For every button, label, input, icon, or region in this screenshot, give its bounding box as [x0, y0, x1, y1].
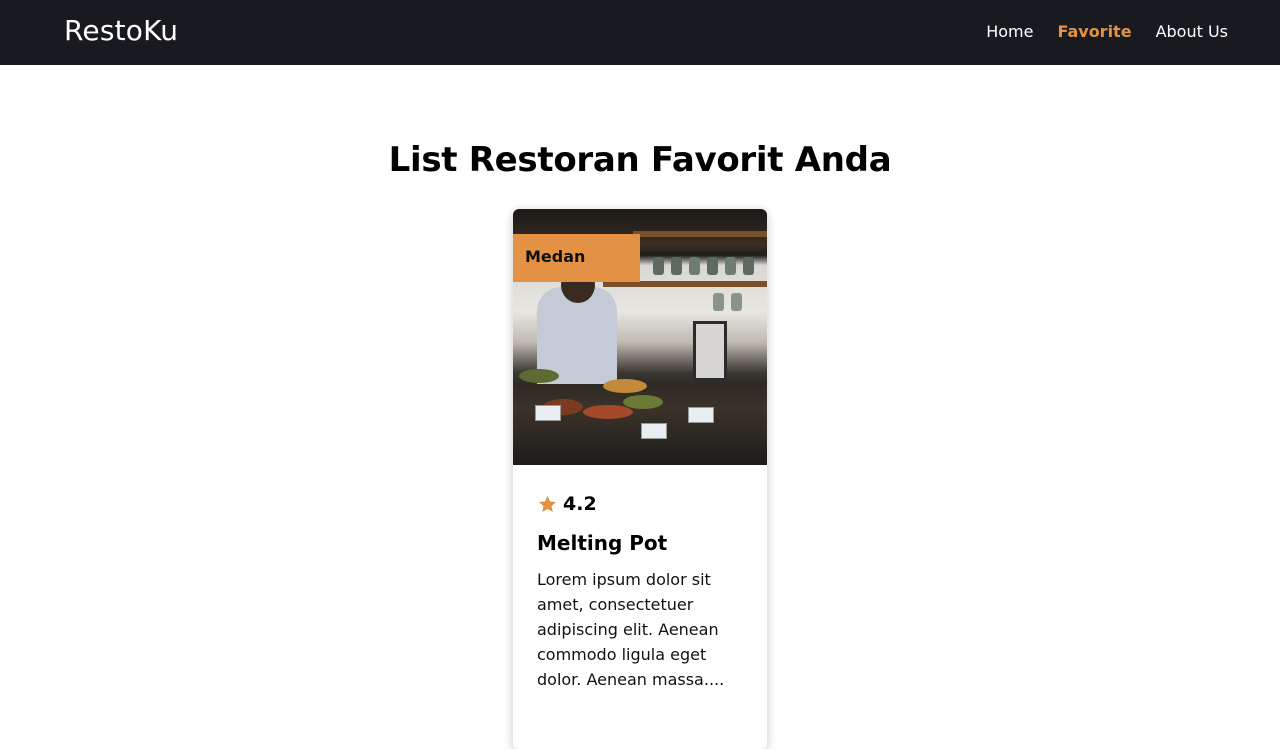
restaurant-description: Lorem ipsum dolor sit amet, consectetuer… [537, 570, 725, 689]
brand-logo[interactable]: RestoKu [64, 14, 178, 47]
nav-menu: Home Favorite About Us [986, 22, 1228, 41]
nav-link-home[interactable]: Home [986, 22, 1033, 41]
card-body: 4.2 Melting Pot Lorem ipsum dolor sit am… [513, 465, 767, 692]
rating-row: 4.2 [537, 493, 743, 515]
city-badge: Medan [513, 234, 640, 282]
restaurant-name[interactable]: Melting Pot [537, 531, 743, 555]
nav-link-favorite[interactable]: Favorite [1057, 22, 1131, 41]
page-title: List Restoran Favorit Anda [388, 140, 892, 180]
nav-link-about-us[interactable]: About Us [1156, 22, 1228, 41]
rating-value: 4.2 [563, 493, 597, 515]
navbar: RestoKu Home Favorite About Us [0, 0, 1280, 65]
star-icon [538, 495, 557, 512]
restaurant-card[interactable]: Medan 4.2 Melting Pot Lorem ipsum dolor … [513, 209, 767, 749]
